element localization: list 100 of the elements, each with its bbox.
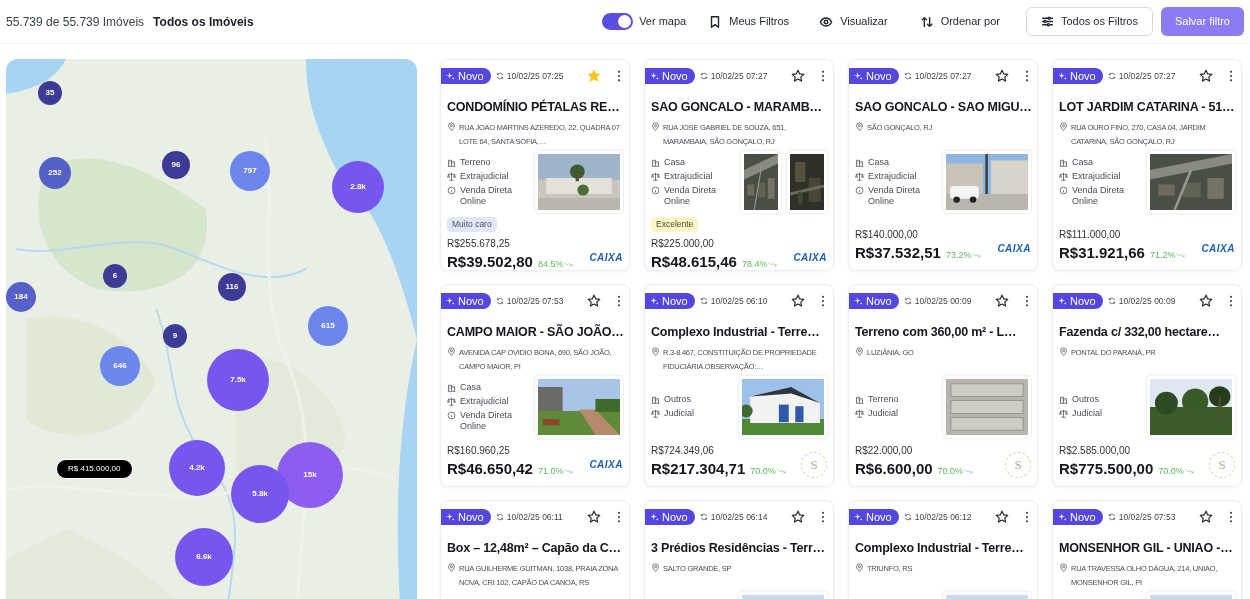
trend-down-icon [564,261,574,268]
location-pin-icon [651,562,660,572]
sparkle-icon [854,296,863,306]
sliders-icon [1040,15,1054,28]
star-icon[interactable] [1199,510,1213,524]
refresh-icon [903,297,912,305]
update-date: 10/02/25 06:11 [506,510,563,524]
listing-title: Complexo Industrial - Terre… [650,324,821,341]
more-icon[interactable] [821,295,825,307]
listing-detail: Extrajudicial [1072,170,1122,182]
listing-detail: Judicial [664,408,695,420]
update-date: 10/02/25 07:27 [710,69,768,83]
star-icon[interactable] [791,510,805,524]
location-pin-icon [855,121,864,131]
eye-icon [819,14,834,29]
more-icon[interactable] [1025,70,1029,82]
original-price: R$255.678,25 [447,236,511,251]
update-date: 10/02/25 07:27 [1118,69,1176,83]
listing-detail: Extrajudicial [460,170,510,182]
listing-detail: Casa [664,156,686,168]
map-toggle[interactable]: Ver mapa [602,13,687,30]
more-icon[interactable] [617,70,621,82]
trend-down-icon [972,252,982,259]
listing-detail: Casa [1072,156,1094,168]
listing-detail: Outros [1072,394,1100,406]
star-icon[interactable] [995,69,1009,83]
result-count: 55.739 de 55.739 Imóveis [6,13,145,31]
update-date: 10/02/25 00:09 [1118,294,1176,308]
star-icon[interactable] [995,510,1009,524]
more-icon[interactable] [1229,511,1233,523]
star-icon[interactable] [995,294,1009,308]
original-price: R$22.000,00 [855,443,914,458]
price-marker[interactable]: R$ 415.000,00 [56,459,133,479]
auction-price: R$217.304,71 [651,458,746,479]
listing-detail: Venda Direta Online [664,184,718,207]
more-icon[interactable] [821,70,825,82]
filters-button[interactable]: Todos os Filtros [1025,7,1153,36]
info-icon [651,185,660,195]
trend-down-icon [776,468,786,475]
my-filters-button[interactable]: Meus Filtros [708,13,790,30]
refresh-icon [699,513,708,521]
more-icon[interactable] [617,295,621,307]
info-icon [1059,185,1068,195]
new-badge: Novo [1053,68,1103,84]
listing-detail: Casa [460,381,482,393]
star-icon[interactable] [791,69,805,83]
bank-logo: CAIXA [589,251,623,265]
original-price: R$160.960,25 [447,443,511,458]
update-date: 10/02/25 00:09 [914,294,972,308]
listing-detail: Judicial [868,408,899,420]
sort-button[interactable]: Ordenar por [919,13,1000,30]
trend-down-icon [1184,468,1194,475]
sparkle-icon [854,71,863,81]
rating-tag: Excelente [651,216,699,232]
listing-detail: Casa [868,156,890,168]
listing-title: LOT JARDIM CATARINA - 51… [1058,99,1236,116]
star-icon[interactable] [791,294,805,308]
sparkle-icon [446,71,455,81]
sparkle-icon [650,296,659,306]
building-icon [1059,395,1068,405]
building-icon [855,157,864,167]
listing-detail: Extrajudicial [664,170,714,182]
new-badge: Novo [849,293,899,309]
listing-title: MONSENHOR GIL - UNIAO -… [1058,540,1234,557]
star-icon[interactable] [1199,294,1213,308]
more-icon[interactable] [821,511,825,523]
bank-logo: CAIXA [589,458,623,472]
more-icon[interactable] [617,511,621,523]
auction-price: R$37.532,51 [855,242,941,263]
scales-icon [855,171,864,181]
star-icon[interactable] [1199,69,1213,83]
more-icon[interactable] [1025,295,1029,307]
star-icon[interactable] [587,294,601,308]
discount-value: 71.2% [1149,248,1186,262]
scope-label: Todos os Imóveis [153,13,254,31]
new-badge: Novo [1053,293,1103,309]
new-badge: Novo [645,68,695,84]
new-badge: Novo [849,68,899,84]
view-button[interactable]: Visualizar [819,13,888,30]
discount-value: 71.0% [537,464,574,478]
discount-value: 70.0% [750,464,786,478]
refresh-icon [699,72,708,80]
star-icon[interactable] [587,510,601,524]
scales-icon [1059,171,1068,181]
refresh-icon [495,297,504,305]
discount-value: 70.0% [937,464,974,478]
more-icon[interactable] [1025,511,1029,523]
location-pin-icon [855,346,864,356]
original-price: R$111.000,00 [1059,227,1122,242]
new-badge: Novo [645,293,695,309]
more-icon[interactable] [1229,295,1233,307]
original-price: R$2.585.000,00 [1059,443,1132,458]
listing-title: Complexo Industrial - Terre… [854,540,1025,557]
building-icon [855,395,864,405]
listing-detail: Venda Direta Online [1072,184,1126,207]
sparkle-icon [650,512,659,522]
refresh-icon [1107,72,1116,80]
original-price: R$140.000,00 [855,227,919,242]
bank-logo: CAIXA [997,242,1031,256]
more-icon[interactable] [1229,70,1233,82]
